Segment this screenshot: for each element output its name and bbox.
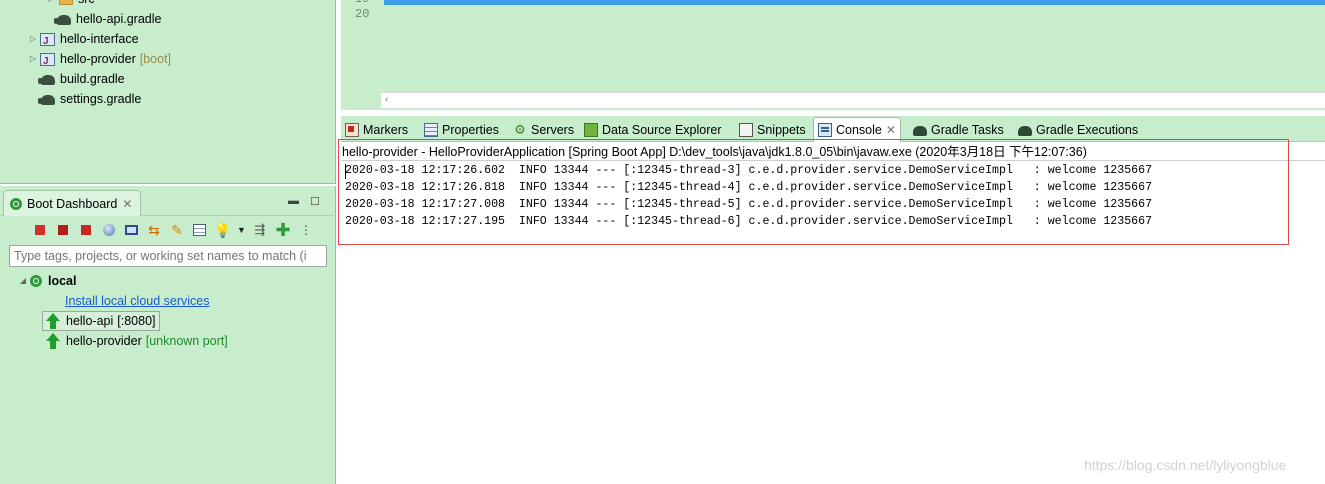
edit-config-icon[interactable]: ✎ xyxy=(169,222,185,238)
line-number-gutter: 19 20 xyxy=(355,0,381,92)
install-local-cloud-link[interactable]: Install local cloud services xyxy=(65,291,210,311)
debug-restart-icon[interactable] xyxy=(58,225,68,235)
tab-label: Properties xyxy=(442,123,499,137)
tab-label: Console xyxy=(836,123,882,137)
tab-gradle-executions[interactable]: Gradle Executions xyxy=(1018,119,1138,141)
tab-label: Servers xyxy=(531,123,575,137)
tree-item-label: hello-provider xyxy=(60,52,136,66)
dashboard-tab-bar: Boot Dashboard ✕ ▬ ☐ xyxy=(0,186,336,216)
tab-boot-dashboard[interactable]: Boot Dashboard ✕ xyxy=(3,190,142,216)
tree-item-label: settings.gradle xyxy=(60,92,142,106)
restart-icon[interactable] xyxy=(35,225,45,235)
app-port: [unknown port] xyxy=(145,334,228,348)
tree-item-label: hello-api.gradle xyxy=(76,12,162,26)
app-name: hello-api xyxy=(66,314,114,328)
link-console-icon[interactable]: ⇆ xyxy=(146,222,162,238)
watermark: https://blog.csdn.net/lyliyongblue xyxy=(1084,457,1287,473)
tab-gradle-tasks[interactable]: Gradle Tasks xyxy=(913,119,1004,141)
java-project-icon xyxy=(40,51,56,72)
servers-icon: ⚙ xyxy=(514,122,526,137)
stop-icon[interactable] xyxy=(81,225,91,235)
properties-icon[interactable] xyxy=(193,224,206,236)
tree-item-settings-gradle[interactable]: settings.gradle xyxy=(38,89,142,109)
spring-boot-icon xyxy=(30,275,42,287)
dashboard-toolbar: ⇆ ✎ 💡 ▼ ⇶ ✚ ⋮ xyxy=(32,220,314,240)
app-name: hello-provider xyxy=(66,334,142,348)
markers-icon xyxy=(345,123,359,137)
local-group[interactable]: ◢ local xyxy=(18,271,77,291)
java-project-icon xyxy=(40,31,56,52)
tree-item-label: hello-interface xyxy=(60,32,139,46)
tree-item-hello-provider[interactable]: ▷ hello-provider [boot] xyxy=(28,49,172,72)
spring-boot-icon xyxy=(10,197,22,210)
expose-icon[interactable]: ⇶ xyxy=(252,222,268,238)
expand-arrow-icon[interactable]: ▷ xyxy=(28,29,38,49)
gradle-elephant-icon xyxy=(38,71,56,87)
close-icon[interactable]: ✕ xyxy=(886,123,896,137)
add-target-icon[interactable]: ✚ xyxy=(275,221,291,239)
install-link-label[interactable]: Install local cloud services xyxy=(65,291,210,311)
expand-arrow-icon[interactable]: ▷ xyxy=(46,0,56,9)
gradle-elephant-icon xyxy=(913,126,927,136)
running-up-arrow-icon xyxy=(46,313,60,329)
minimize-icon[interactable]: ▬ xyxy=(288,195,299,207)
horizontal-scrollbar[interactable]: ‹ xyxy=(381,92,1325,108)
group-label: local xyxy=(48,274,77,288)
open-console-icon[interactable] xyxy=(125,225,138,235)
running-up-arrow-icon xyxy=(46,333,60,349)
expand-arrow-icon[interactable]: ▷ xyxy=(28,49,38,69)
tab-label: Data Source Explorer xyxy=(602,123,722,137)
app-port: [:8080] xyxy=(117,314,156,328)
boot-tag: [boot] xyxy=(139,52,172,66)
tab-properties[interactable]: Properties xyxy=(424,119,499,141)
tab-label: Boot Dashboard xyxy=(27,196,118,211)
tree-item-label: src xyxy=(78,0,95,9)
tab-data-source-explorer[interactable]: Data Source Explorer xyxy=(584,119,722,141)
maximize-icon[interactable]: ☐ xyxy=(310,195,320,208)
gradle-elephant-icon xyxy=(54,11,72,27)
tree-item-build-gradle[interactable]: build.gradle xyxy=(38,69,125,89)
tab-label: Snippets xyxy=(757,123,806,137)
data-source-icon xyxy=(584,123,598,137)
line-number: 20 xyxy=(355,7,370,21)
tab-label: Gradle Executions xyxy=(1036,123,1139,137)
tree-item-hello-api-gradle[interactable]: hello-api.gradle xyxy=(54,9,162,29)
app-row-hello-provider[interactable]: hello-provider [unknown port] xyxy=(46,331,228,351)
tab-servers[interactable]: ⚙ Servers xyxy=(513,119,574,141)
gutter-divider xyxy=(381,0,382,92)
tree-item-src[interactable]: ▷ src xyxy=(46,0,95,9)
tips-icon[interactable]: 💡 xyxy=(214,222,231,238)
snippets-icon xyxy=(739,123,753,137)
highlight-annotation-box xyxy=(338,139,1289,245)
tree-item-hello-interface[interactable]: ▷ hello-interface xyxy=(28,29,139,52)
tree-item-label: build.gradle xyxy=(60,72,125,86)
properties-icon xyxy=(424,123,438,137)
dashboard-search-input[interactable] xyxy=(9,245,327,267)
dropdown-icon[interactable]: ▼ xyxy=(237,222,246,238)
app-row-hello-api[interactable]: hello-api [:8080] xyxy=(42,311,160,331)
open-browser-icon[interactable] xyxy=(103,224,115,236)
overview-ruler xyxy=(341,0,353,92)
tab-snippets[interactable]: Snippets xyxy=(739,119,806,141)
tab-markers[interactable]: Markers xyxy=(345,119,408,141)
folder-icon xyxy=(58,0,74,7)
line-number: 19 xyxy=(355,0,369,6)
gradle-elephant-icon xyxy=(1018,126,1032,136)
console-icon xyxy=(818,123,832,137)
current-line-highlight xyxy=(384,0,1325,5)
close-icon[interactable]: ✕ xyxy=(122,197,132,211)
scroll-left-icon[interactable]: ‹ xyxy=(385,93,388,107)
boot-dashboard-view: Boot Dashboard ✕ ▬ ☐ ⇆ ✎ 💡 ▼ ⇶ ✚ ⋮ ◢ loc… xyxy=(0,186,336,484)
code-editor[interactable]: 19 20 ‹ xyxy=(341,0,1325,110)
project-explorer: ▷ src hello-api.gradle ▷ hello-interface… xyxy=(0,0,336,184)
collapse-arrow-icon[interactable]: ◢ xyxy=(18,271,28,291)
tab-label: Markers xyxy=(363,123,409,137)
view-menu-icon[interactable]: ⋮ xyxy=(298,222,314,238)
tab-label: Gradle Tasks xyxy=(931,123,1004,137)
gradle-elephant-icon xyxy=(38,91,56,107)
